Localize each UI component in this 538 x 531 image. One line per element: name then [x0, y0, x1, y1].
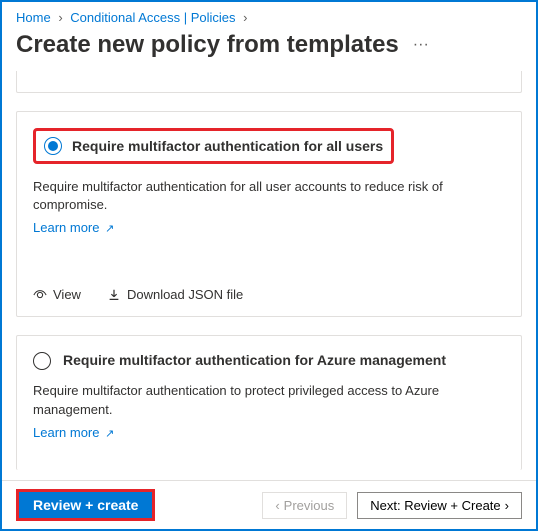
breadcrumb-section[interactable]: Conditional Access | Policies — [70, 10, 235, 25]
breadcrumb: Home › Conditional Access | Policies › — [2, 2, 536, 29]
learn-more-label: Learn more — [33, 425, 99, 440]
learn-more-label: Learn more — [33, 220, 99, 235]
external-link-icon: ↗ — [105, 428, 114, 440]
download-icon — [107, 288, 121, 302]
view-label: View — [53, 287, 81, 302]
next-label: Next: Review + Create — [370, 498, 500, 513]
card-actions: View Download JSON file — [33, 275, 505, 302]
option-title: Require multifactor authentication for A… — [63, 352, 446, 368]
radio-mfa-azure-mgmt[interactable] — [33, 352, 51, 370]
option-description: Require multifactor authentication to pr… — [33, 382, 505, 418]
breadcrumb-home[interactable]: Home — [16, 10, 51, 25]
chevron-right-icon: › — [243, 10, 247, 25]
option-description: Require multifactor authentication for a… — [33, 178, 505, 214]
previous-card-edge — [16, 71, 522, 93]
chevron-right-icon: › — [505, 498, 509, 513]
page-title: Create new policy from templates — [16, 31, 399, 59]
more-actions-button[interactable]: ··· — [413, 36, 429, 54]
option-title: Require multifactor authentication for a… — [72, 138, 383, 154]
template-card-mfa-azure-mgmt: Require multifactor authentication for A… — [16, 335, 522, 469]
chevron-left-icon: ‹ — [275, 498, 279, 513]
external-link-icon: ↗ — [105, 223, 114, 235]
download-json-button[interactable]: Download JSON file — [107, 287, 243, 302]
eye-icon — [33, 288, 47, 302]
learn-more-link[interactable]: Learn more ↗ — [33, 425, 114, 440]
radio-mfa-all-users[interactable] — [44, 137, 62, 155]
page-header: Create new policy from templates ··· — [2, 29, 536, 71]
previous-label: Previous — [284, 498, 335, 513]
download-label: Download JSON file — [127, 287, 243, 302]
chevron-right-icon: › — [58, 10, 62, 25]
review-create-button[interactable]: Review + create — [16, 489, 155, 521]
next-button[interactable]: Next: Review + Create › — [357, 492, 522, 519]
learn-more-link[interactable]: Learn more ↗ — [33, 220, 114, 235]
wizard-footer: Review + create ‹ Previous Next: Review … — [2, 480, 536, 529]
view-button[interactable]: View — [33, 287, 81, 302]
selected-option-highlight: Require multifactor authentication for a… — [33, 128, 394, 164]
template-card-mfa-all-users: Require multifactor authentication for a… — [16, 111, 522, 317]
previous-button: ‹ Previous — [262, 492, 347, 519]
